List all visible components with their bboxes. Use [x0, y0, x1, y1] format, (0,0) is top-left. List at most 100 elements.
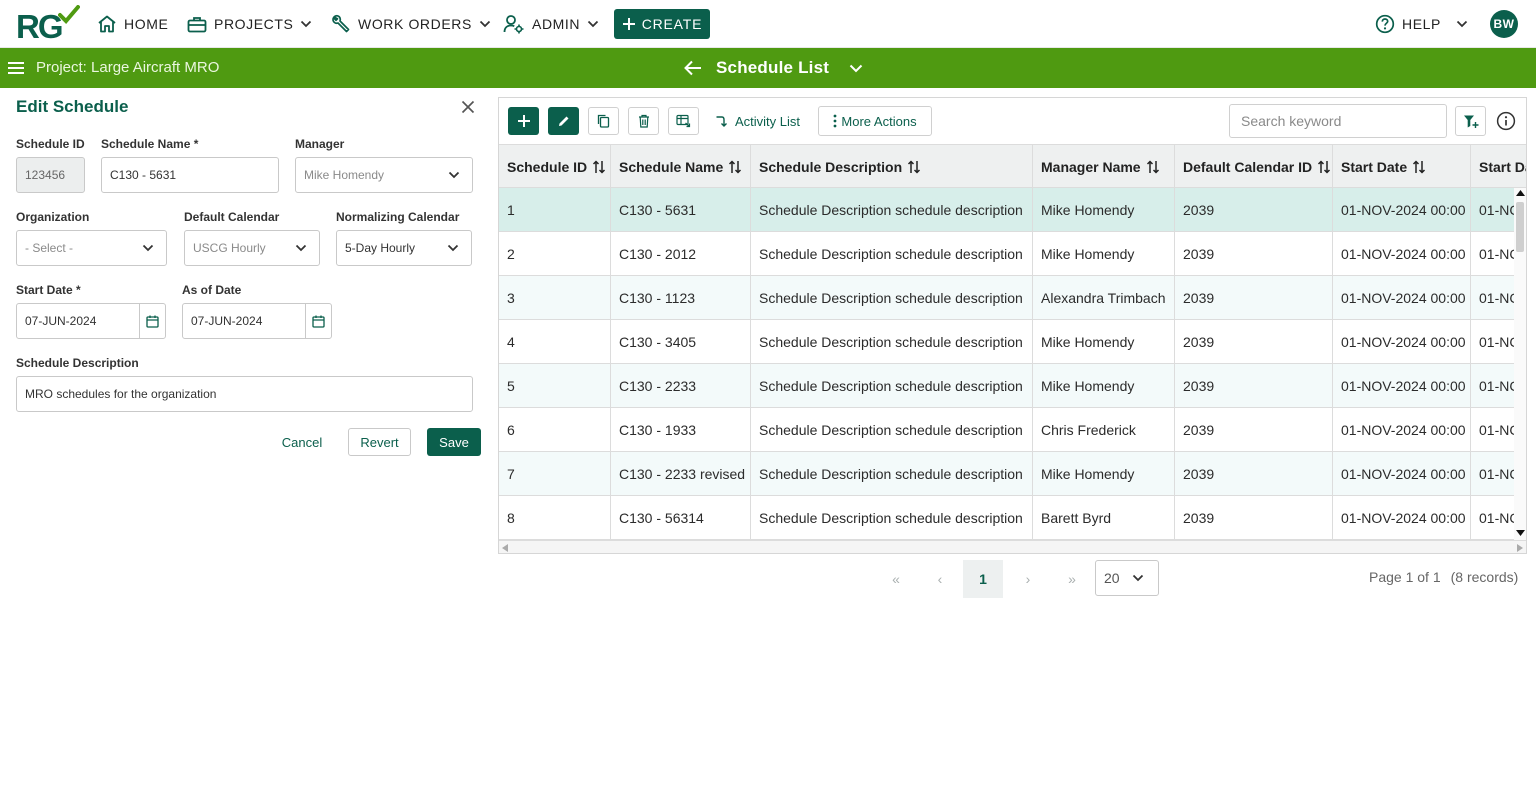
horizontal-scrollbar[interactable]: [499, 540, 1526, 553]
cell-manager-name: Mike Homendy: [1033, 320, 1175, 363]
nav-projects[interactable]: PROJECTS: [187, 0, 312, 48]
back-arrow-icon[interactable]: [684, 60, 702, 76]
scrollbar-thumb[interactable]: [1516, 202, 1524, 252]
column-header-default-calendar-id[interactable]: Default Calendar ID: [1175, 145, 1333, 188]
cell-schedule-id: 1: [499, 188, 611, 231]
start-date-picker[interactable]: [139, 304, 165, 338]
search-input[interactable]: [1229, 104, 1447, 138]
table-row[interactable]: 1 C130 - 5631 Schedule Description schedul…: [499, 188, 1514, 232]
start-date-input[interactable]: 07-JUN-2024: [16, 303, 166, 339]
table-row[interactable]: 3 C130 - 1123 Schedule Description schedul…: [499, 276, 1514, 320]
cell-start-date: 01-NOV-2024 00:00: [1333, 320, 1471, 363]
table-row[interactable]: 2 C130 - 2012 Schedule Description schedul…: [499, 232, 1514, 276]
column-header-manager-name[interactable]: Manager Name: [1033, 145, 1175, 188]
first-page-button[interactable]: «: [876, 560, 916, 598]
more-actions-button[interactable]: More Actions: [818, 106, 932, 136]
cell-start-date-2: 01-NC: [1471, 232, 1514, 275]
save-button[interactable]: Save: [427, 428, 481, 456]
delete-button[interactable]: [628, 107, 659, 135]
manager-label: Manager: [295, 137, 345, 151]
create-button-label: CREATE: [641, 16, 703, 32]
column-header-schedule-description[interactable]: Schedule Description: [751, 145, 1033, 188]
chevron-down-icon: [142, 244, 154, 252]
column-header-schedule-id[interactable]: Schedule ID: [499, 145, 611, 188]
hamburger-menu-icon[interactable]: [7, 60, 25, 76]
cell-manager-name: Alexandra Trimbach: [1033, 276, 1175, 319]
as-of-date-picker[interactable]: [305, 304, 331, 338]
cell-schedule-description: Schedule Description schedule descriptio…: [751, 232, 1033, 275]
app-logo[interactable]: RG: [14, 5, 80, 45]
schedule-description-input[interactable]: MRO schedules for the organization: [16, 376, 473, 412]
cell-start-date: 01-NOV-2024 00:00: [1333, 408, 1471, 451]
copy-button[interactable]: [588, 107, 619, 135]
table-row[interactable]: 7 C130 - 2233 revised Schedule Description…: [499, 452, 1514, 496]
sort-icon[interactable]: [1317, 159, 1331, 174]
scroll-right-icon[interactable]: [1517, 544, 1523, 552]
add-button[interactable]: [508, 107, 539, 135]
sort-icon[interactable]: [592, 159, 606, 174]
cell-schedule-name: C130 - 1123: [611, 276, 751, 319]
previous-page-button[interactable]: ‹: [920, 560, 960, 598]
nav-work-orders[interactable]: WORK ORDERS: [331, 0, 491, 48]
cell-schedule-id: 5: [499, 364, 611, 407]
schedule-name-value: C130 - 5631: [110, 168, 177, 182]
cell-schedule-id: 2: [499, 232, 611, 275]
info-icon[interactable]: [1496, 111, 1516, 131]
kebab-icon: [834, 114, 837, 128]
next-page-button[interactable]: ›: [1008, 560, 1048, 598]
user-avatar[interactable]: BW: [1490, 10, 1518, 38]
schedule-name-input[interactable]: C130 - 5631: [101, 157, 279, 193]
create-button[interactable]: CREATE: [614, 9, 710, 39]
table-row[interactable]: 5 C130 - 2233 Schedule Description schedul…: [499, 364, 1514, 408]
cancel-button[interactable]: Cancel: [270, 428, 334, 456]
scroll-down-icon[interactable]: [1516, 530, 1525, 536]
nav-admin[interactable]: ADMIN: [503, 0, 599, 48]
cell-schedule-id: 6: [499, 408, 611, 451]
add-filter-button[interactable]: [1455, 106, 1486, 136]
column-header-start-date[interactable]: Start Date: [1333, 145, 1471, 188]
chevron-down-icon[interactable]: [849, 64, 863, 73]
revert-button[interactable]: Revert: [348, 428, 411, 456]
cell-schedule-name: C130 - 5631: [611, 188, 751, 231]
organization-select[interactable]: - Select -: [16, 230, 167, 266]
calendar-icon: [312, 315, 325, 328]
logo-check-icon: [58, 5, 80, 24]
page-size-select[interactable]: 20: [1095, 560, 1159, 596]
wrench-icon: [332, 14, 350, 33]
export-button[interactable]: [668, 107, 699, 135]
sort-icon[interactable]: [1146, 159, 1160, 174]
table-row[interactable]: 4 C130 - 3405 Schedule Description schedul…: [499, 320, 1514, 364]
cell-start-date: 01-NOV-2024 00:00: [1333, 188, 1471, 231]
normalizing-calendar-value: 5-Day Hourly: [345, 241, 416, 255]
edit-panel-title: Edit Schedule: [16, 97, 129, 116]
nav-help[interactable]: HELP: [1375, 0, 1468, 48]
normalizing-calendar-select[interactable]: 5-Day Hourly: [336, 230, 472, 266]
sort-icon[interactable]: [1412, 159, 1426, 174]
vertical-scrollbar[interactable]: [1514, 188, 1526, 540]
cell-start-date: 01-NOV-2024 00:00: [1333, 452, 1471, 495]
cell-start-date: 01-NOV-2024 00:00: [1333, 364, 1471, 407]
sort-icon[interactable]: [907, 159, 921, 174]
last-page-button[interactable]: »: [1052, 560, 1092, 598]
default-calendar-select[interactable]: USCG Hourly: [184, 230, 320, 266]
nav-home[interactable]: HOME: [97, 0, 168, 48]
scroll-left-icon[interactable]: [502, 544, 508, 552]
column-header-schedule-name[interactable]: Schedule Name: [611, 145, 751, 188]
sort-icon[interactable]: [728, 159, 742, 174]
current-page[interactable]: 1: [963, 560, 1003, 598]
copy-icon: [597, 114, 610, 128]
cell-schedule-description: Schedule Description schedule descriptio…: [751, 408, 1033, 451]
as-of-date-input[interactable]: 07-JUN-2024: [182, 303, 332, 339]
cell-schedule-name: C130 - 2233 revised: [611, 452, 751, 495]
close-icon[interactable]: [461, 100, 475, 114]
activity-list-link[interactable]: Activity List: [715, 107, 800, 135]
table-row[interactable]: 8 C130 - 56314 Schedule Description schedu…: [499, 496, 1514, 540]
cell-schedule-id: 4: [499, 320, 611, 363]
cell-default-calendar-id: 2039: [1175, 320, 1333, 363]
scroll-up-icon[interactable]: [1516, 190, 1525, 196]
manager-select[interactable]: Mike Homendy: [295, 157, 473, 193]
project-bar: Project: Large Aircraft MRO Schedule Lis…: [0, 48, 1536, 88]
column-header-start-date-2[interactable]: Start Da: [1471, 145, 1526, 188]
table-row[interactable]: 6 C130 - 1933 Schedule Description schedul…: [499, 408, 1514, 452]
edit-button[interactable]: [548, 107, 579, 135]
